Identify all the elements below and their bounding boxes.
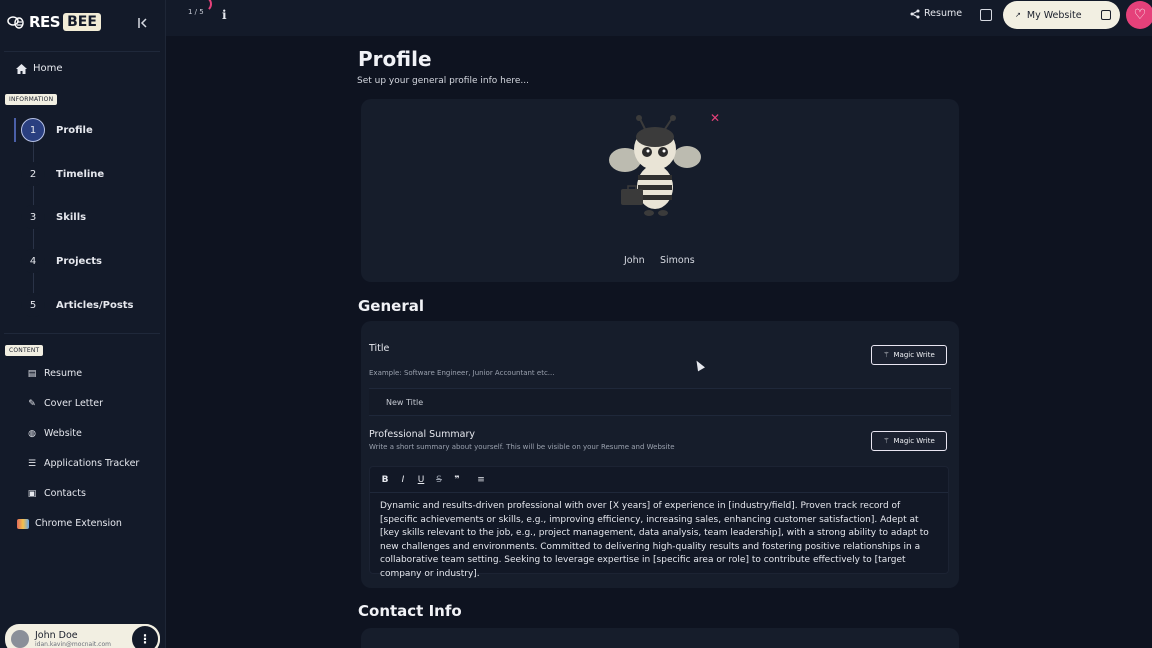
divider [4, 333, 160, 334]
resume-label: Resume [924, 8, 963, 19]
remove-avatar-icon[interactable]: ✕ [710, 111, 720, 125]
contact-info-card [361, 628, 959, 648]
divider [4, 51, 160, 52]
summary-editor[interactable]: B I U S ❞ ≡ Dynamic and results-driven p… [369, 466, 949, 579]
information-section-tag: INFORMATION [5, 94, 58, 105]
quote-icon[interactable]: ❞ [453, 475, 461, 485]
topbar: 1 / 5 i Resume ↗ My Website ♡ [166, 0, 1152, 36]
page-subtitle: Set up your general profile info here... [357, 76, 529, 86]
avatar [11, 630, 29, 648]
underline-icon[interactable]: U [417, 475, 425, 485]
magic-write-summary-button[interactable]: ⚚ Magic Write [871, 431, 947, 451]
user-card[interactable]: John Doe idan.kavin@mocnait.com ⋮ [5, 624, 160, 648]
contacts-icon: ▣ [27, 488, 37, 499]
active-step-indicator [14, 118, 16, 142]
chrome-extension-icon [17, 518, 29, 529]
sidebar-item-resume[interactable]: ▤ Resume [27, 368, 82, 379]
magic-wand-icon: ⚚ [883, 351, 890, 359]
resume-icon: ▤ [27, 368, 37, 379]
step-label: Projects [56, 255, 103, 267]
copy-icon[interactable] [980, 9, 992, 21]
heart-icon[interactable]: ♡ [1126, 1, 1152, 29]
sidebar-item-chrome-extension[interactable]: Chrome Extension [17, 518, 122, 529]
italic-icon[interactable]: I [399, 475, 407, 485]
sidebar-item-contacts[interactable]: ▣ Contacts [27, 488, 86, 499]
step-label: Skills [56, 211, 87, 223]
sidebar-step-skills[interactable]: 3 Skills [21, 205, 86, 229]
pen-icon: ✎ [28, 398, 36, 409]
sidebar-step-projects[interactable]: 4 Projects [21, 249, 102, 273]
title-label: Title [369, 343, 390, 354]
sidebar-item-website[interactable]: ◍ Website [27, 428, 82, 439]
sidebar-step-timeline[interactable]: 2 Timeline [21, 162, 104, 186]
more-options-icon[interactable]: ⋮ [130, 624, 160, 648]
profile-avatar-card: ✕ John Simons [361, 99, 959, 282]
magic-write-title-button[interactable]: ⚚ Magic Write [871, 345, 947, 365]
sidebar-item-label: Resume [44, 368, 83, 379]
step-number: 4 [21, 249, 45, 273]
sidebar: RES BEE Home INFORMATION 1 Profile 2 Tim… [0, 0, 166, 648]
bee-logo-icon [7, 16, 24, 29]
step-number: 5 [21, 293, 45, 317]
share-resume-button[interactable]: Resume [910, 8, 962, 19]
globe-icon: ◍ [28, 428, 36, 439]
align-icon[interactable]: ≡ [477, 475, 485, 485]
step-number: 1 [21, 118, 45, 142]
sidebar-item-label: Applications Tracker [44, 458, 140, 469]
collapse-sidebar-icon[interactable] [134, 14, 152, 32]
summary-label: Professional Summary [369, 429, 476, 440]
step-label: Articles/Posts [56, 299, 134, 311]
home-icon [16, 63, 27, 74]
website-label: My Website [1026, 9, 1082, 21]
sidebar-step-profile[interactable]: 1 Profile [21, 118, 93, 142]
info-icon[interactable]: i [222, 8, 227, 22]
last-name[interactable]: Simons [660, 255, 695, 266]
magic-write-label: Magic Write [893, 351, 935, 359]
sidebar-step-articles[interactable]: 5 Articles/Posts [21, 293, 134, 317]
progress-indicator: 1 / 5 [188, 8, 204, 16]
content-section-tag: CONTENT [5, 345, 44, 356]
sidebar-item-label: Home [33, 63, 63, 74]
magic-wand-icon: ⚚ [883, 437, 890, 445]
sidebar-item-label: Cover Letter [44, 398, 104, 409]
strikethrough-icon[interactable]: S [435, 475, 443, 485]
logo[interactable]: RES BEE [6, 12, 101, 32]
sidebar-item-cover-letter[interactable]: ✎ Cover Letter [27, 398, 103, 409]
main-content: Profile Set up your general profile info… [166, 36, 1152, 648]
logo-res-text: RES [29, 13, 61, 31]
list-icon: ☰ [27, 458, 37, 469]
sidebar-item-label: Chrome Extension [35, 518, 122, 529]
user-name: John Doe [35, 630, 78, 641]
step-number: 2 [21, 162, 45, 186]
general-heading: General [358, 297, 424, 315]
sidebar-item-label: Website [44, 428, 82, 439]
sidebar-item-home[interactable]: Home [16, 63, 63, 74]
copy-icon[interactable] [1101, 10, 1111, 20]
bold-icon[interactable]: B [381, 475, 389, 485]
logo-bee-text: BEE [63, 13, 101, 31]
my-website-button[interactable]: ↗ My Website [1003, 1, 1120, 29]
sidebar-item-applications-tracker[interactable]: ☰ Applications Tracker [27, 458, 139, 469]
first-name[interactable]: John [624, 255, 645, 266]
user-email: idan.kavin@mocnait.com [35, 641, 111, 648]
step-number: 3 [21, 205, 45, 229]
page-title: Profile [358, 47, 432, 71]
share-icon [910, 9, 920, 18]
step-label: Timeline [56, 168, 105, 180]
magic-write-label: Magic Write [893, 437, 935, 445]
general-card: Title Example: Software Engineer, Junior… [361, 321, 959, 588]
title-input[interactable]: New Title [369, 388, 951, 416]
summary-text[interactable]: Dynamic and results-driven professional … [370, 493, 948, 588]
sidebar-item-label: Contacts [44, 488, 86, 499]
contact-info-heading: Contact Info [358, 602, 462, 620]
step-label: Profile [56, 124, 93, 136]
link-icon: ↗ [1015, 11, 1021, 19]
title-hint: Example: Software Engineer, Junior Accou… [369, 369, 555, 377]
editor-toolbar: B I U S ❞ ≡ [370, 467, 948, 493]
summary-hint: Write a short summary about yourself. Th… [369, 443, 675, 451]
bee-avatar-image[interactable] [607, 115, 703, 225]
